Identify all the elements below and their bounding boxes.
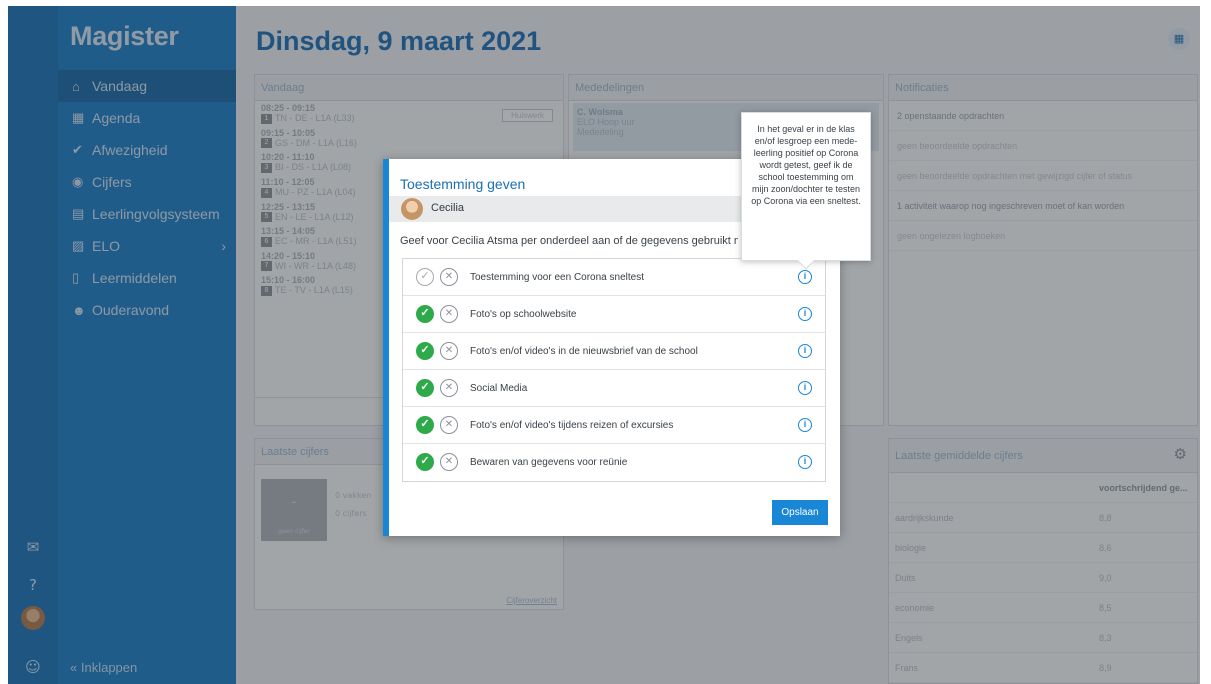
consent-yes-toggle[interactable]: ✓ bbox=[416, 453, 434, 471]
info-icon[interactable]: i bbox=[798, 344, 812, 358]
info-icon[interactable]: i bbox=[798, 307, 812, 321]
consent-no-toggle[interactable]: ✕ bbox=[440, 379, 458, 397]
tooltip-text: In het geval er in de klas en/of lesgroe… bbox=[751, 124, 861, 206]
info-icon[interactable]: i bbox=[798, 270, 812, 284]
consent-no-toggle[interactable]: ✕ bbox=[440, 305, 458, 323]
consent-item: ✓ ✕ Foto's en/of video's in de nieuwsbri… bbox=[403, 333, 825, 370]
consent-item: ✓ ✕ Foto's op schoolwebsite i bbox=[403, 296, 825, 333]
consent-item: ✓ ✕ Toestemming voor een Corona sneltest… bbox=[403, 259, 825, 296]
consent-list: ✓ ✕ Toestemming voor een Corona sneltest… bbox=[402, 258, 826, 482]
consent-yes-toggle[interactable]: ✓ bbox=[416, 305, 434, 323]
app-frame: ✉ ? ☺ Magister ⌂ Vandaag ▦ Agenda ✔ Afwe… bbox=[8, 6, 1200, 684]
consent-no-toggle[interactable]: ✕ bbox=[440, 342, 458, 360]
modal-intro: Geef voor Cecilia Atsma per onderdeel aa… bbox=[400, 235, 738, 247]
consent-item: ✓ ✕ Bewaren van gegevens voor reünie i bbox=[403, 444, 825, 481]
info-icon[interactable]: i bbox=[798, 455, 812, 469]
consent-yes-toggle[interactable]: ✓ bbox=[416, 379, 434, 397]
consent-label: Foto's op schoolwebsite bbox=[470, 309, 577, 320]
consent-no-toggle[interactable]: ✕ bbox=[440, 416, 458, 434]
info-tooltip: In het geval er in de klas en/of lesgroe… bbox=[741, 112, 871, 270]
consent-no-toggle[interactable]: ✕ bbox=[440, 268, 458, 286]
consent-yes-toggle[interactable]: ✓ bbox=[416, 416, 434, 434]
info-icon[interactable]: i bbox=[798, 381, 812, 395]
consent-item: ✓ ✕ Foto's en/of video's tijdens reizen … bbox=[403, 407, 825, 444]
consent-item: ✓ ✕ Social Media i bbox=[403, 370, 825, 407]
avatar bbox=[401, 198, 423, 220]
consent-no-toggle[interactable]: ✕ bbox=[440, 453, 458, 471]
consent-label: Social Media bbox=[470, 383, 528, 394]
consent-label: Bewaren van gegevens voor reünie bbox=[470, 457, 628, 468]
consent-label: Foto's en/of video's tijdens reizen of e… bbox=[470, 420, 674, 431]
consent-yes-toggle[interactable]: ✓ bbox=[416, 268, 434, 286]
modal-title: Toestemming geven bbox=[400, 176, 526, 192]
consent-label: Foto's en/of video's in de nieuwsbrief v… bbox=[470, 346, 698, 357]
consent-label: Toestemming voor een Corona sneltest bbox=[470, 272, 644, 283]
user-name: Cecilia bbox=[431, 202, 465, 214]
info-icon[interactable]: i bbox=[798, 418, 812, 432]
save-button[interactable]: Opslaan bbox=[772, 500, 828, 525]
consent-yes-toggle[interactable]: ✓ bbox=[416, 342, 434, 360]
